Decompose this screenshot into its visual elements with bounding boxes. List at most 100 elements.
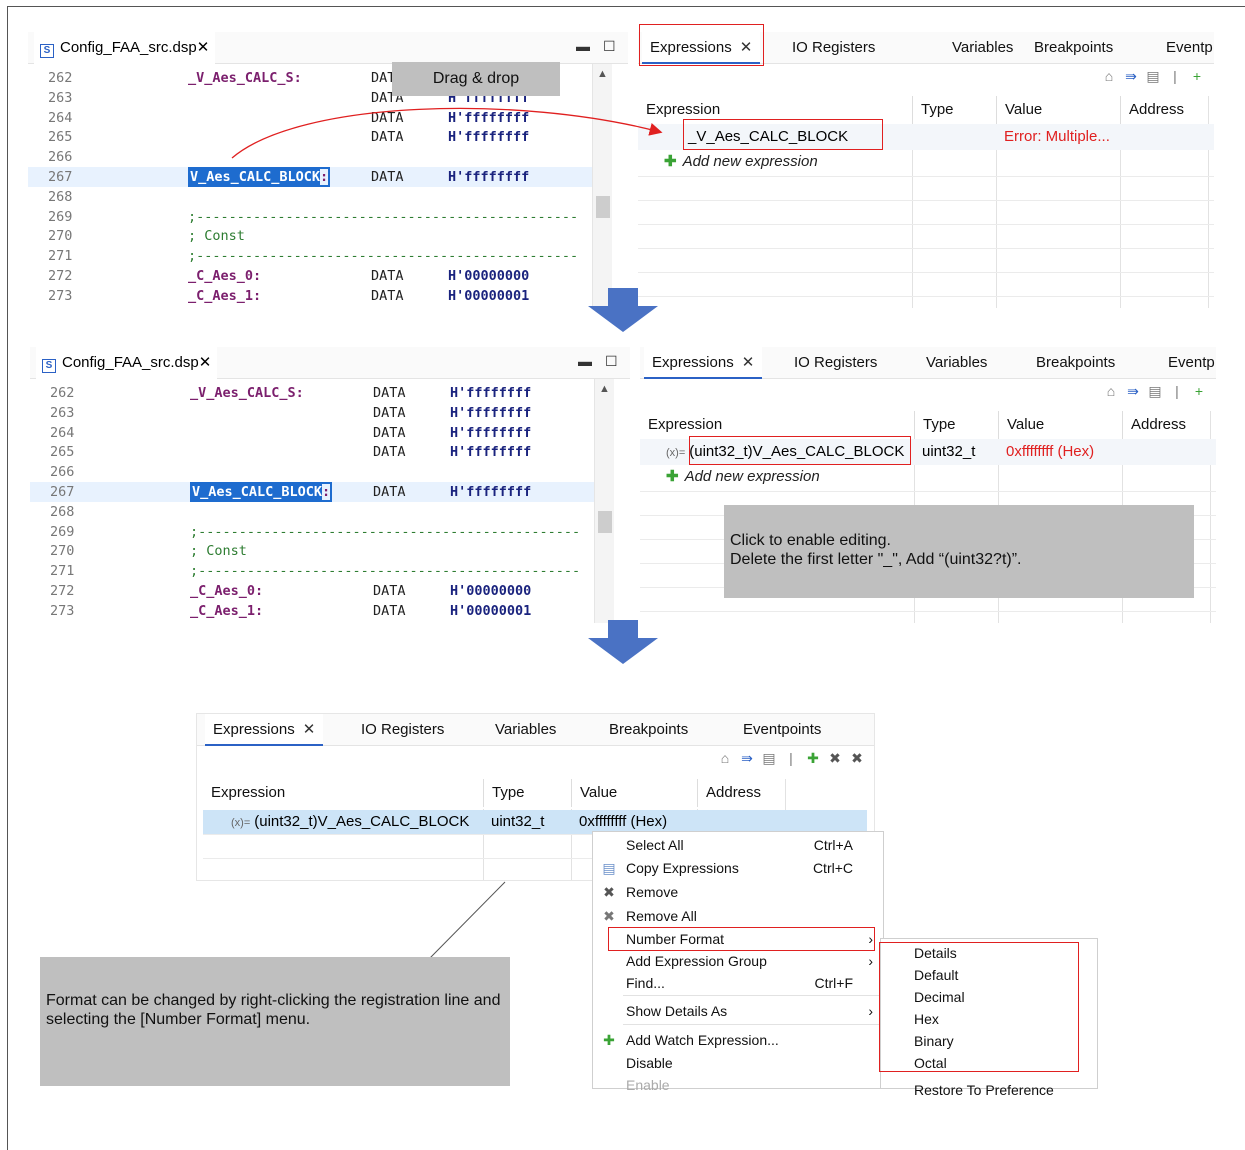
add-icon[interactable]: ✚	[802, 750, 824, 767]
tab-variables[interactable]: Variables	[952, 32, 1013, 64]
minimize-icon[interactable]: ▬	[578, 353, 592, 369]
tab-eventpoints[interactable]: Eventpoints	[743, 714, 821, 746]
code-line[interactable]: 269 ;------------------------------------…	[30, 522, 594, 542]
scroll-thumb[interactable]	[596, 196, 610, 218]
add-icon[interactable]: +	[1188, 383, 1210, 399]
code-line[interactable]: 268	[28, 187, 592, 207]
add-new-expression[interactable]: ✚ Add new expression	[666, 464, 820, 490]
code-area[interactable]: 262 _V_Aes_CALC_S: DATA H'ffffffff 263 DATA H'…	[30, 379, 610, 623]
menu-item-add-watch-expression[interactable]: ✚ Add Watch Expression...	[593, 1029, 883, 1051]
menu-item-show-details-as[interactable]: Show Details As ›	[593, 1000, 883, 1022]
show-type-icon[interactable]: ⇛	[1122, 383, 1144, 400]
col-value[interactable]: Value	[998, 411, 1044, 439]
scroll-up-icon[interactable]: ▲	[597, 68, 608, 80]
editor-tab[interactable]: S Config_FAA_src.dsp✕	[36, 347, 218, 379]
add-icon: ✚	[664, 153, 677, 170]
show-type-icon[interactable]: ⇛	[1120, 68, 1142, 85]
code-line[interactable]: 266	[30, 462, 594, 482]
close-icon[interactable]: ✕	[742, 354, 755, 371]
col-type[interactable]: Type	[914, 411, 956, 439]
code-line[interactable]: 264 DATA H'ffffffff	[28, 108, 592, 128]
minimize-icon[interactable]: ▬	[576, 38, 590, 54]
chevron-right-icon: ›	[868, 1003, 873, 1019]
tab-expressions[interactable]: Expressions ✕	[205, 714, 324, 746]
code-line[interactable]: 273 _C_Aes_1: DATA H'00000001	[30, 601, 594, 621]
expression-name[interactable]: (x)= (uint32_t)V_Aes_CALC_BLOCK	[231, 809, 469, 835]
tab-breakpoints[interactable]: Breakpoints	[609, 714, 688, 746]
col-expression[interactable]: Expression	[203, 779, 285, 807]
collapse-icon[interactable]: ⌂	[1100, 383, 1122, 399]
show-type-icon[interactable]: ⇛	[736, 750, 758, 767]
code-line[interactable]: 270 ; Const	[30, 541, 594, 561]
highlight-dropped-expression	[683, 119, 883, 150]
menu-item-select-all[interactable]: Select All Ctrl+A	[593, 834, 883, 856]
step-arrow-2	[588, 620, 658, 664]
code-line[interactable]: 265 DATA H'ffffffff	[30, 442, 594, 462]
layout-icon[interactable]: ▤	[1144, 383, 1166, 400]
tab-eventpoints[interactable]: Eventp	[1166, 32, 1213, 64]
code-line[interactable]: 270 ; Const	[28, 226, 592, 246]
code-line[interactable]: 269 ;------------------------------------…	[28, 207, 592, 227]
code-line[interactable]: 266	[28, 147, 592, 167]
add-icon: ✚	[666, 468, 679, 485]
maximize-icon[interactable]: ☐	[603, 38, 616, 55]
menu-item-copy-expressions[interactable]: ▤ Copy Expressions Ctrl+C	[593, 857, 883, 879]
tab-io-registers[interactable]: IO Registers	[794, 347, 877, 379]
separator-icon: |	[1173, 68, 1177, 84]
code-line[interactable]: 263 DATA H'ffffffff	[30, 403, 594, 423]
code-line[interactable]: 265 DATA H'ffffffff	[28, 127, 592, 147]
col-value[interactable]: Value	[996, 96, 1042, 124]
editor-scrollbar[interactable]: ▲	[592, 64, 612, 308]
collapse-icon[interactable]: ⌂	[1098, 68, 1120, 84]
editor-tab[interactable]: S Config_FAA_src.dsp✕	[34, 32, 216, 64]
menu-shortcut: Ctrl+C	[812, 860, 853, 876]
tab-variables[interactable]: Variables	[926, 347, 987, 379]
tab-io-registers[interactable]: IO Registers	[361, 714, 444, 746]
code-line[interactable]: 264 DATA H'ffffffff	[30, 423, 594, 443]
layout-icon[interactable]: ▤	[1142, 68, 1164, 85]
menu-item-remove-all[interactable]: ✖ Remove All	[593, 905, 883, 927]
col-expression[interactable]: Expression	[640, 411, 722, 439]
remove-all-icon[interactable]: ✖	[846, 750, 868, 767]
code-line[interactable]: 271 ;------------------------------------…	[30, 561, 594, 581]
col-address[interactable]: Address	[1120, 96, 1184, 124]
close-icon[interactable]: ✕	[197, 39, 210, 56]
scroll-up-icon[interactable]: ▲	[599, 383, 610, 395]
code-line[interactable]: 271 ;------------------------------------…	[28, 246, 592, 266]
tab-eventpoints[interactable]: Eventp	[1168, 347, 1215, 379]
col-type[interactable]: Type	[912, 96, 954, 124]
tab-breakpoints[interactable]: Breakpoints	[1036, 347, 1115, 379]
code-line[interactable]: 267 V_Aes_CALC_BLOCK: DATA H'ffffffff	[30, 482, 594, 502]
close-icon[interactable]: ✕	[303, 721, 316, 738]
format-option-restore-to-preference[interactable]: Restore To Preference	[881, 1079, 1097, 1101]
menu-item-add-expression-group[interactable]: Add Expression Group ›	[593, 950, 883, 972]
menu-item-disable[interactable]: Disable	[593, 1052, 883, 1074]
tab-expressions[interactable]: Expressions ✕	[644, 347, 763, 379]
maximize-icon[interactable]: ☐	[605, 353, 618, 370]
menu-item-remove[interactable]: ✖ Remove	[593, 881, 883, 903]
remove-icon[interactable]: ✖	[824, 750, 846, 767]
tab-io-registers[interactable]: IO Registers	[792, 32, 875, 64]
scroll-thumb[interactable]	[598, 511, 612, 533]
tab-breakpoints[interactable]: Breakpoints	[1034, 32, 1113, 64]
code-line[interactable]: 267 V_Aes_CALC_BLOCK: DATA H'ffffffff	[28, 167, 592, 187]
add-new-expression[interactable]: ✚ Add new expression	[664, 149, 818, 175]
editor-scrollbar[interactable]: ▲	[594, 379, 614, 623]
col-type[interactable]: Type	[483, 779, 525, 807]
code-line[interactable]: 268	[30, 502, 594, 522]
tab-variables[interactable]: Variables	[495, 714, 556, 746]
add-icon[interactable]: +	[1186, 68, 1208, 84]
code-line[interactable]: 262 _V_Aes_CALC_S: DATA H'ffffffff	[30, 383, 594, 403]
collapse-icon[interactable]: ⌂	[714, 750, 736, 766]
col-address[interactable]: Address	[1122, 411, 1186, 439]
col-address[interactable]: Address	[697, 779, 761, 807]
menu-item-find[interactable]: Find... Ctrl+F	[593, 972, 883, 994]
code-line[interactable]: 272 _C_Aes_0: DATA H'00000000	[28, 266, 592, 286]
col-value[interactable]: Value	[571, 779, 617, 807]
menu-item-enable[interactable]: Enable	[593, 1074, 883, 1096]
close-icon[interactable]: ✕	[199, 354, 212, 371]
code-area[interactable]: 262 _V_Aes_CALC_S: DATA H'ffffffff 263 DATA H'…	[28, 64, 608, 308]
layout-icon[interactable]: ▤	[758, 750, 780, 767]
code-line[interactable]: 272 _C_Aes_0: DATA H'00000000	[30, 581, 594, 601]
code-line[interactable]: 273 _C_Aes_1: DATA H'00000001	[28, 286, 592, 306]
